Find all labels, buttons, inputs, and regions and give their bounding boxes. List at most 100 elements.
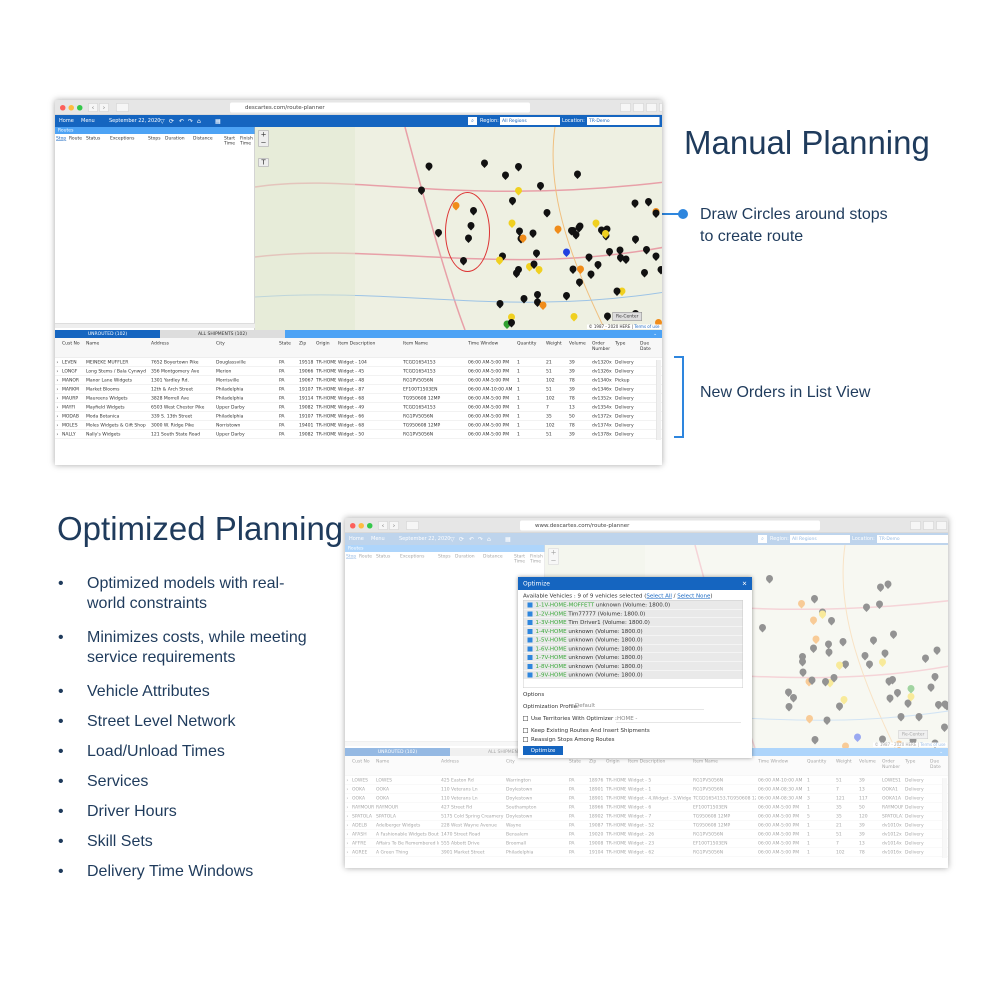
vehicle-checkbox[interactable] <box>527 655 533 660</box>
keep-routes-checkbox[interactable] <box>523 728 528 733</box>
expand-row-icon[interactable]: › <box>57 385 59 394</box>
refresh-icon[interactable]: ⟳ <box>169 115 174 127</box>
reassign-checkbox[interactable] <box>523 737 528 742</box>
window-control-minimize[interactable] <box>358 523 364 529</box>
column-header[interactable]: Name <box>86 341 149 347</box>
vehicle-checkbox[interactable] <box>527 672 533 678</box>
new-tab-button[interactable] <box>659 103 662 112</box>
expand-row-icon[interactable]: › <box>57 376 59 385</box>
column-header[interactable]: Cust No <box>62 341 84 347</box>
expand-row-icon[interactable]: › <box>57 394 59 403</box>
select-none-link[interactable]: Select None <box>677 593 710 600</box>
back-button[interactable]: ‹ <box>88 103 98 112</box>
expand-row-icon[interactable]: › <box>57 421 59 430</box>
expand-row-icon[interactable]: › <box>57 403 59 412</box>
routes-column-header[interactable]: Stops <box>148 136 163 141</box>
vehicle-row[interactable]: 1-7V-HOME unknown (Volume: 1800.0) <box>523 653 743 662</box>
column-header[interactable]: Order Number <box>592 341 613 352</box>
zoom-out-button[interactable]: − <box>259 139 269 147</box>
region-select[interactable]: All Regions <box>500 117 560 125</box>
vehicle-row[interactable]: 1-6V-HOME unknown (Volume: 1800.0) <box>523 644 743 653</box>
window-control-close[interactable] <box>350 523 356 529</box>
window-control-minimize[interactable] <box>68 105 74 111</box>
date-selector[interactable]: September 22, 2020 <box>109 115 160 127</box>
column-header[interactable]: Due Date <box>640 341 653 352</box>
vehicle-checkbox[interactable] <box>527 663 533 669</box>
table-row[interactable]: › MANOR Manor Lane Widgets 1301 Yardley Rd.… <box>55 376 662 385</box>
draw-tool-button[interactable]: T <box>258 158 269 167</box>
map-view[interactable]: + − T Re-Center © 1987 - 2020 HERE | Terms o… <box>255 127 662 330</box>
vehicle-row[interactable]: 1-4V-HOME unknown (Volume: 1800.0) <box>523 626 743 636</box>
tab-all-shipments[interactable]: ALL SHIPMENTS (102) <box>160 330 285 338</box>
expand-row-icon[interactable]: › <box>57 358 59 367</box>
table-row[interactable]: › MAYFI Mayfield Widgets 6503 West Chester … <box>55 403 662 412</box>
routes-column-header[interactable]: Route <box>69 136 84 141</box>
column-header[interactable]: Weight <box>546 341 567 347</box>
terms-link[interactable]: Terms of use <box>634 325 659 330</box>
column-header[interactable]: State <box>279 341 297 347</box>
vehicle-row[interactable]: 1-1V-HOME-MOFFETT unknown (Volume: 1800.… <box>523 600 743 610</box>
column-header[interactable]: Origin <box>316 341 336 347</box>
menu-button[interactable]: Menu <box>81 115 95 127</box>
column-header[interactable]: Item Name <box>403 341 466 347</box>
vehicle-checkbox[interactable] <box>527 602 533 608</box>
select-all-link[interactable]: Select All <box>646 593 672 600</box>
table-row[interactable]: › MARKM Market Blooms 12th & Arch Street Phi… <box>55 385 662 394</box>
expand-row-icon[interactable]: › <box>57 367 59 376</box>
optimize-button[interactable]: Optimize <box>523 746 563 755</box>
table-row[interactable]: › LONGF Long Stems / Bala Cynwyd 356 Montgo… <box>55 367 662 376</box>
tabs-button[interactable] <box>646 103 657 112</box>
forward-button[interactable]: › <box>389 521 399 530</box>
column-header[interactable]: City <box>216 341 277 347</box>
routes-column-header[interactable]: Distance <box>193 136 213 141</box>
reassign-stops-option[interactable]: Reassign Stops Among Routes <box>523 736 614 743</box>
column-header[interactable]: Address <box>151 341 214 347</box>
expand-row-icon[interactable]: › <box>57 430 59 439</box>
collapse-chevron-icon[interactable]: ⌄ <box>653 330 657 338</box>
recenter-button[interactable]: Re-Center <box>612 312 642 321</box>
bell-icon[interactable]: ⌂ <box>197 115 201 127</box>
table-row[interactable]: › MAURP Maureens Widgets 3828 Morrell Ave Ph… <box>55 394 662 403</box>
undo-icon[interactable]: ↶ <box>179 115 184 127</box>
tabs-button[interactable] <box>936 521 947 530</box>
info-button[interactable] <box>910 521 921 530</box>
territories-checkbox[interactable] <box>523 716 528 721</box>
table-row[interactable]: › NALLY Nally's Widgets 121 South State Roa… <box>55 430 662 439</box>
address-bar[interactable]: www.descartes.com/route-planner <box>520 520 820 531</box>
column-header[interactable]: Item Description <box>338 341 401 347</box>
expand-row-icon[interactable]: › <box>57 412 59 421</box>
column-header[interactable]: Volume <box>569 341 590 347</box>
vehicle-checkbox[interactable] <box>527 628 533 634</box>
calendar-icon[interactable]: ▦ <box>215 115 221 127</box>
sidebar-toggle-button[interactable] <box>406 521 419 530</box>
table-scrollbar[interactable] <box>656 360 661 440</box>
back-button[interactable]: ‹ <box>378 521 388 530</box>
sidebar-toggle-button[interactable] <box>116 103 129 112</box>
vehicle-row[interactable]: 1-2V-HOME Tim77777 (Volume: 1800.0) <box>523 609 743 618</box>
vehicle-row[interactable]: 1-5V-HOME unknown (Volume: 1800.0) <box>523 635 743 645</box>
routes-scrollbar[interactable] <box>55 323 255 328</box>
window-control-close[interactable] <box>60 105 66 111</box>
redo-icon[interactable]: ↷ <box>188 115 193 127</box>
use-territories-option[interactable]: Use Territories With Optimizer : <box>523 715 617 722</box>
column-header[interactable]: Type <box>615 341 638 347</box>
vehicle-checkbox[interactable] <box>527 611 533 617</box>
table-row[interactable]: › MOLES Moles Widgets & Gift Shop 3000 W. R… <box>55 421 662 430</box>
optimization-profile-select[interactable]: Default <box>574 701 704 710</box>
window-control-maximize[interactable] <box>367 523 373 529</box>
table-row[interactable]: › LEVEN MEINEKE MUFFLER 7652 Boyertown Pike… <box>55 358 662 367</box>
home-button[interactable]: Home <box>59 115 74 127</box>
info-button[interactable] <box>620 103 631 112</box>
vehicle-checkbox[interactable] <box>527 620 533 625</box>
window-control-maximize[interactable] <box>77 105 83 111</box>
territory-select[interactable]: HOME - <box>616 714 741 723</box>
forward-button[interactable]: › <box>99 103 109 112</box>
table-row[interactable]: › MODAB Moda Botanica 339 S. 13th Street Phi… <box>55 412 662 421</box>
search-icon[interactable]: ⌕ <box>468 117 477 125</box>
routes-column-header[interactable]: Duration <box>165 136 185 141</box>
routes-column-header[interactable]: Finish Time <box>240 136 255 146</box>
column-header[interactable]: Quantity <box>517 341 544 347</box>
column-header[interactable]: Time Window <box>468 341 515 347</box>
vehicle-row[interactable]: 1-3V-HOME Tim Driver1 (Volume: 1800.0) <box>523 618 743 627</box>
vehicle-checkbox[interactable] <box>527 646 533 652</box>
